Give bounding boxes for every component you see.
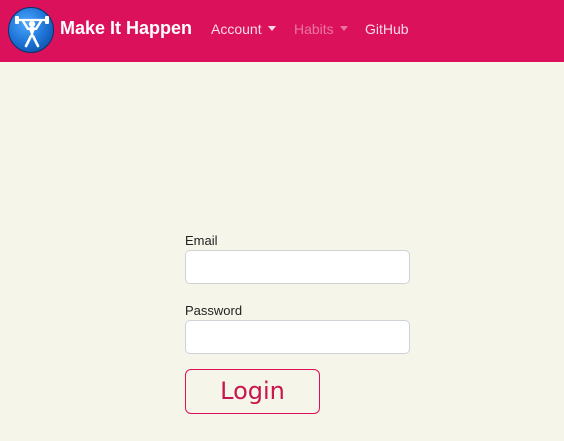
login-button[interactable]: Login: [185, 369, 320, 414]
email-field[interactable]: [185, 250, 410, 284]
brand-title[interactable]: Make It Happen: [60, 17, 192, 39]
weightlifter-logo-icon[interactable]: [8, 7, 54, 53]
password-label: Password: [185, 303, 243, 318]
password-field[interactable]: [185, 320, 410, 354]
nav-habits-dropdown[interactable]: Habits: [294, 20, 348, 38]
caret-down-icon: [267, 26, 276, 31]
nav-account-label: Account: [211, 21, 262, 37]
nav-habits-label: Habits: [294, 21, 334, 37]
caret-down-icon: [339, 26, 348, 31]
navbar: Make It Happen Account Habits GitHub: [0, 0, 564, 62]
nav-account-dropdown[interactable]: Account: [211, 20, 276, 38]
nav-github-link[interactable]: GitHub: [365, 20, 409, 38]
email-label: Email: [185, 233, 218, 248]
